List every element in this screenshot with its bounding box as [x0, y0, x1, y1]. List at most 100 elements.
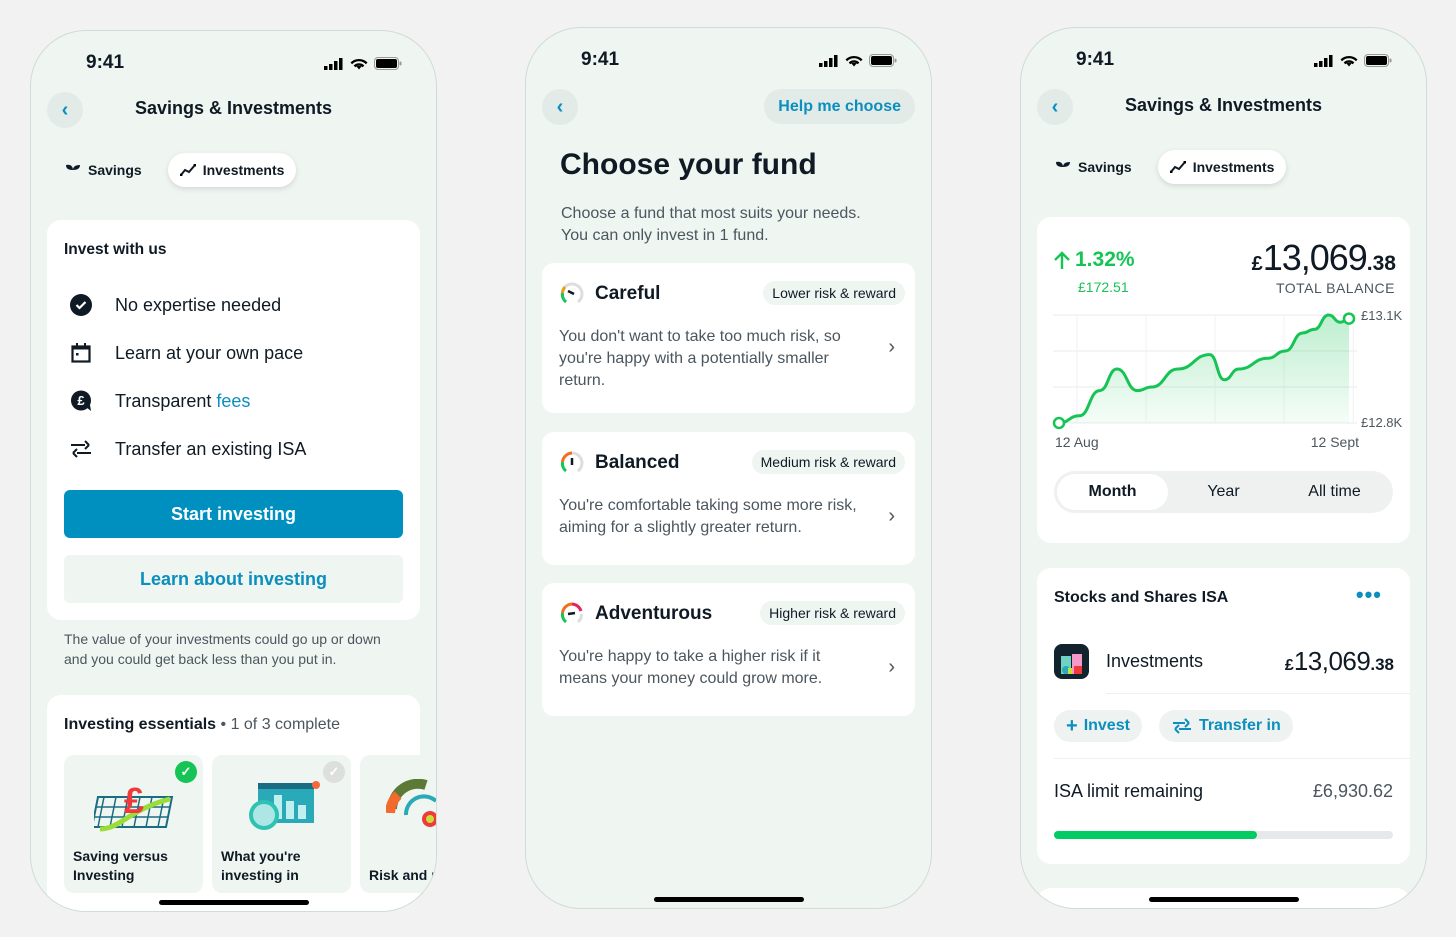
period-month[interactable]: Month — [1057, 474, 1168, 510]
transfer-arrows-icon — [1172, 718, 1191, 734]
signal-icon — [324, 57, 343, 70]
transfer-in-button[interactable]: Transfer in — [1158, 710, 1293, 742]
lesson-label: What you're investing in — [221, 847, 301, 885]
invest-button[interactable]: + Invest — [1054, 710, 1142, 742]
trend-line-icon — [179, 164, 196, 176]
tab-label: Investments — [1192, 159, 1275, 175]
balance-pence: .38 — [1366, 252, 1396, 275]
period-selector: Month Year All time — [1054, 471, 1393, 513]
chart-magnifier-illustration — [249, 781, 320, 830]
tab-savings[interactable]: Savings — [1043, 150, 1144, 184]
balance-currency: £ — [1251, 253, 1263, 275]
start-investing-button[interactable]: Start investing — [64, 490, 403, 538]
plus-icon: + — [1066, 714, 1078, 737]
card-heading: Invest with us — [64, 241, 167, 258]
period-all-time[interactable]: All time — [1279, 474, 1390, 510]
home-indicator — [1148, 897, 1299, 902]
svg-text:£: £ — [77, 393, 85, 408]
total-balance-label: TOTAL BALANCE — [1275, 280, 1395, 296]
lesson-card-risk-and-reward[interactable]: Risk and r — [360, 755, 437, 893]
change-amount: £172.51 — [1078, 279, 1129, 295]
phone-screen-savings-investments: 9:41 ‹ Savings & Investments Savings Inv… — [30, 30, 437, 912]
lesson-card-saving-vs-investing[interactable]: ✓ £ Saving versus Investing — [64, 755, 203, 893]
lesson-label: Risk and r — [369, 866, 437, 885]
investing-essentials-card: Investing essentials • 1 of 3 complete ✓… — [47, 695, 436, 911]
battery-icon — [374, 57, 402, 70]
chevron-left-icon: ‹ — [556, 95, 564, 118]
risk-badge: Medium risk & reward — [751, 450, 905, 474]
sprout-icon — [1056, 161, 1070, 174]
risk-gauge-high-icon — [560, 602, 583, 624]
feature-item: £ Transparent fees — [69, 377, 306, 425]
feature-item: Learn at your own pace — [69, 329, 306, 377]
back-button[interactable]: ‹ — [542, 89, 578, 125]
incomplete-check-icon: ✓ — [323, 761, 345, 783]
isa-limit-label: ISA limit remaining — [1054, 781, 1204, 801]
complete-check-icon: ✓ — [175, 761, 197, 783]
check-circle-icon — [70, 294, 92, 316]
calendar-icon — [71, 343, 91, 363]
investments-account-icon — [1054, 644, 1089, 679]
essentials-heading: Investing essentials — [64, 716, 217, 733]
fund-card-careful[interactable]: Careful Lower risk & reward You don't wa… — [542, 263, 915, 413]
transfer-arrows-icon — [71, 440, 91, 458]
arrow-up-icon — [1054, 251, 1070, 269]
lesson-card-what-youre-investing-in[interactable]: ✓ What you're investing in — [212, 755, 351, 893]
period-year[interactable]: Year — [1168, 474, 1279, 510]
help-me-choose-button[interactable]: Help me choose — [764, 89, 915, 124]
fund-name: Adventurous — [595, 603, 713, 624]
lesson-label-line: Risk and r — [369, 867, 437, 883]
balance-main: 13,069 — [1262, 237, 1368, 278]
more-options-icon[interactable]: ••• — [1356, 582, 1382, 608]
tab-investments[interactable]: Investments — [1157, 150, 1287, 184]
divider — [1054, 758, 1410, 759]
change-percent-value: 1.32% — [1075, 248, 1135, 271]
fund-card-balanced[interactable]: Balanced Medium risk & reward You're com… — [542, 432, 915, 565]
lesson-label: Saving versus Investing — [73, 847, 168, 885]
divider — [1106, 693, 1410, 694]
risk-gauge-medium-icon — [560, 451, 584, 473]
chevron-right-icon: › — [888, 505, 895, 527]
change-percent: 1.32% — [1053, 248, 1135, 272]
essentials-progress: • 1 of 3 complete — [220, 716, 340, 733]
chevron-right-icon: › — [888, 656, 895, 678]
gauge-illustration — [386, 779, 436, 827]
signal-icon — [1314, 54, 1333, 67]
fees-link[interactable]: fees — [216, 391, 250, 411]
learn-about-investing-button[interactable]: Learn about investing — [64, 555, 403, 603]
isa-card: Stocks and Shares ISA ••• Investments £1… — [1037, 568, 1410, 864]
transfer-in-label: Transfer in — [1198, 717, 1281, 734]
page-title: Savings & Investments — [1124, 95, 1323, 115]
invest-with-us-card: Invest with us No expertise needed Learn… — [47, 220, 420, 620]
fund-card-adventurous[interactable]: Adventurous Higher risk & reward You're … — [542, 583, 915, 716]
status-bar: 9:41 — [526, 46, 931, 76]
tab-label: Savings — [1078, 159, 1132, 175]
isa-limit-value: £6,930.62 — [1312, 781, 1393, 801]
fund-description: You're comfortable taking some more risk… — [559, 497, 857, 536]
account-name: Investments — [1106, 651, 1204, 671]
x-tick-label-end: 12 Sept — [1311, 434, 1359, 450]
status-bar: 9:41 — [31, 49, 436, 79]
fund-description: You don't want to take too much risk, so… — [559, 328, 841, 389]
subtitle-line: Choose a fund that most suits your needs… — [561, 205, 861, 222]
pound-growth-illustration: £ — [94, 780, 174, 832]
account-currency: £ — [1284, 657, 1294, 674]
status-time: 9:41 — [1076, 49, 1115, 70]
status-time: 9:41 — [581, 49, 620, 70]
svg-text:£: £ — [124, 780, 144, 821]
risk-disclaimer: The value of your investments could go u… — [64, 631, 381, 667]
home-indicator — [653, 897, 804, 902]
feature-text: No expertise needed — [115, 294, 282, 315]
tab-savings[interactable]: Savings — [53, 153, 154, 187]
x-tick-label-start: 12 Aug — [1055, 434, 1099, 450]
tab-label: Investments — [202, 162, 285, 178]
fund-name: Careful — [595, 283, 661, 304]
status-time: 9:41 — [86, 52, 125, 73]
tab-investments[interactable]: Investments — [167, 153, 297, 187]
page-title: Savings & Investments — [134, 98, 333, 118]
phone-screen-investments-dashboard: 9:41 ‹ Savings & Investments Savings Inv… — [1020, 27, 1427, 909]
wifi-icon — [845, 55, 863, 67]
balance-chart-card: 1.32% £172.51 £13,069.38 TOTAL BALANCE £… — [1037, 217, 1410, 543]
pound-bubble-icon: £ — [71, 390, 91, 411]
account-balance: £13,069.38 — [1285, 646, 1394, 677]
